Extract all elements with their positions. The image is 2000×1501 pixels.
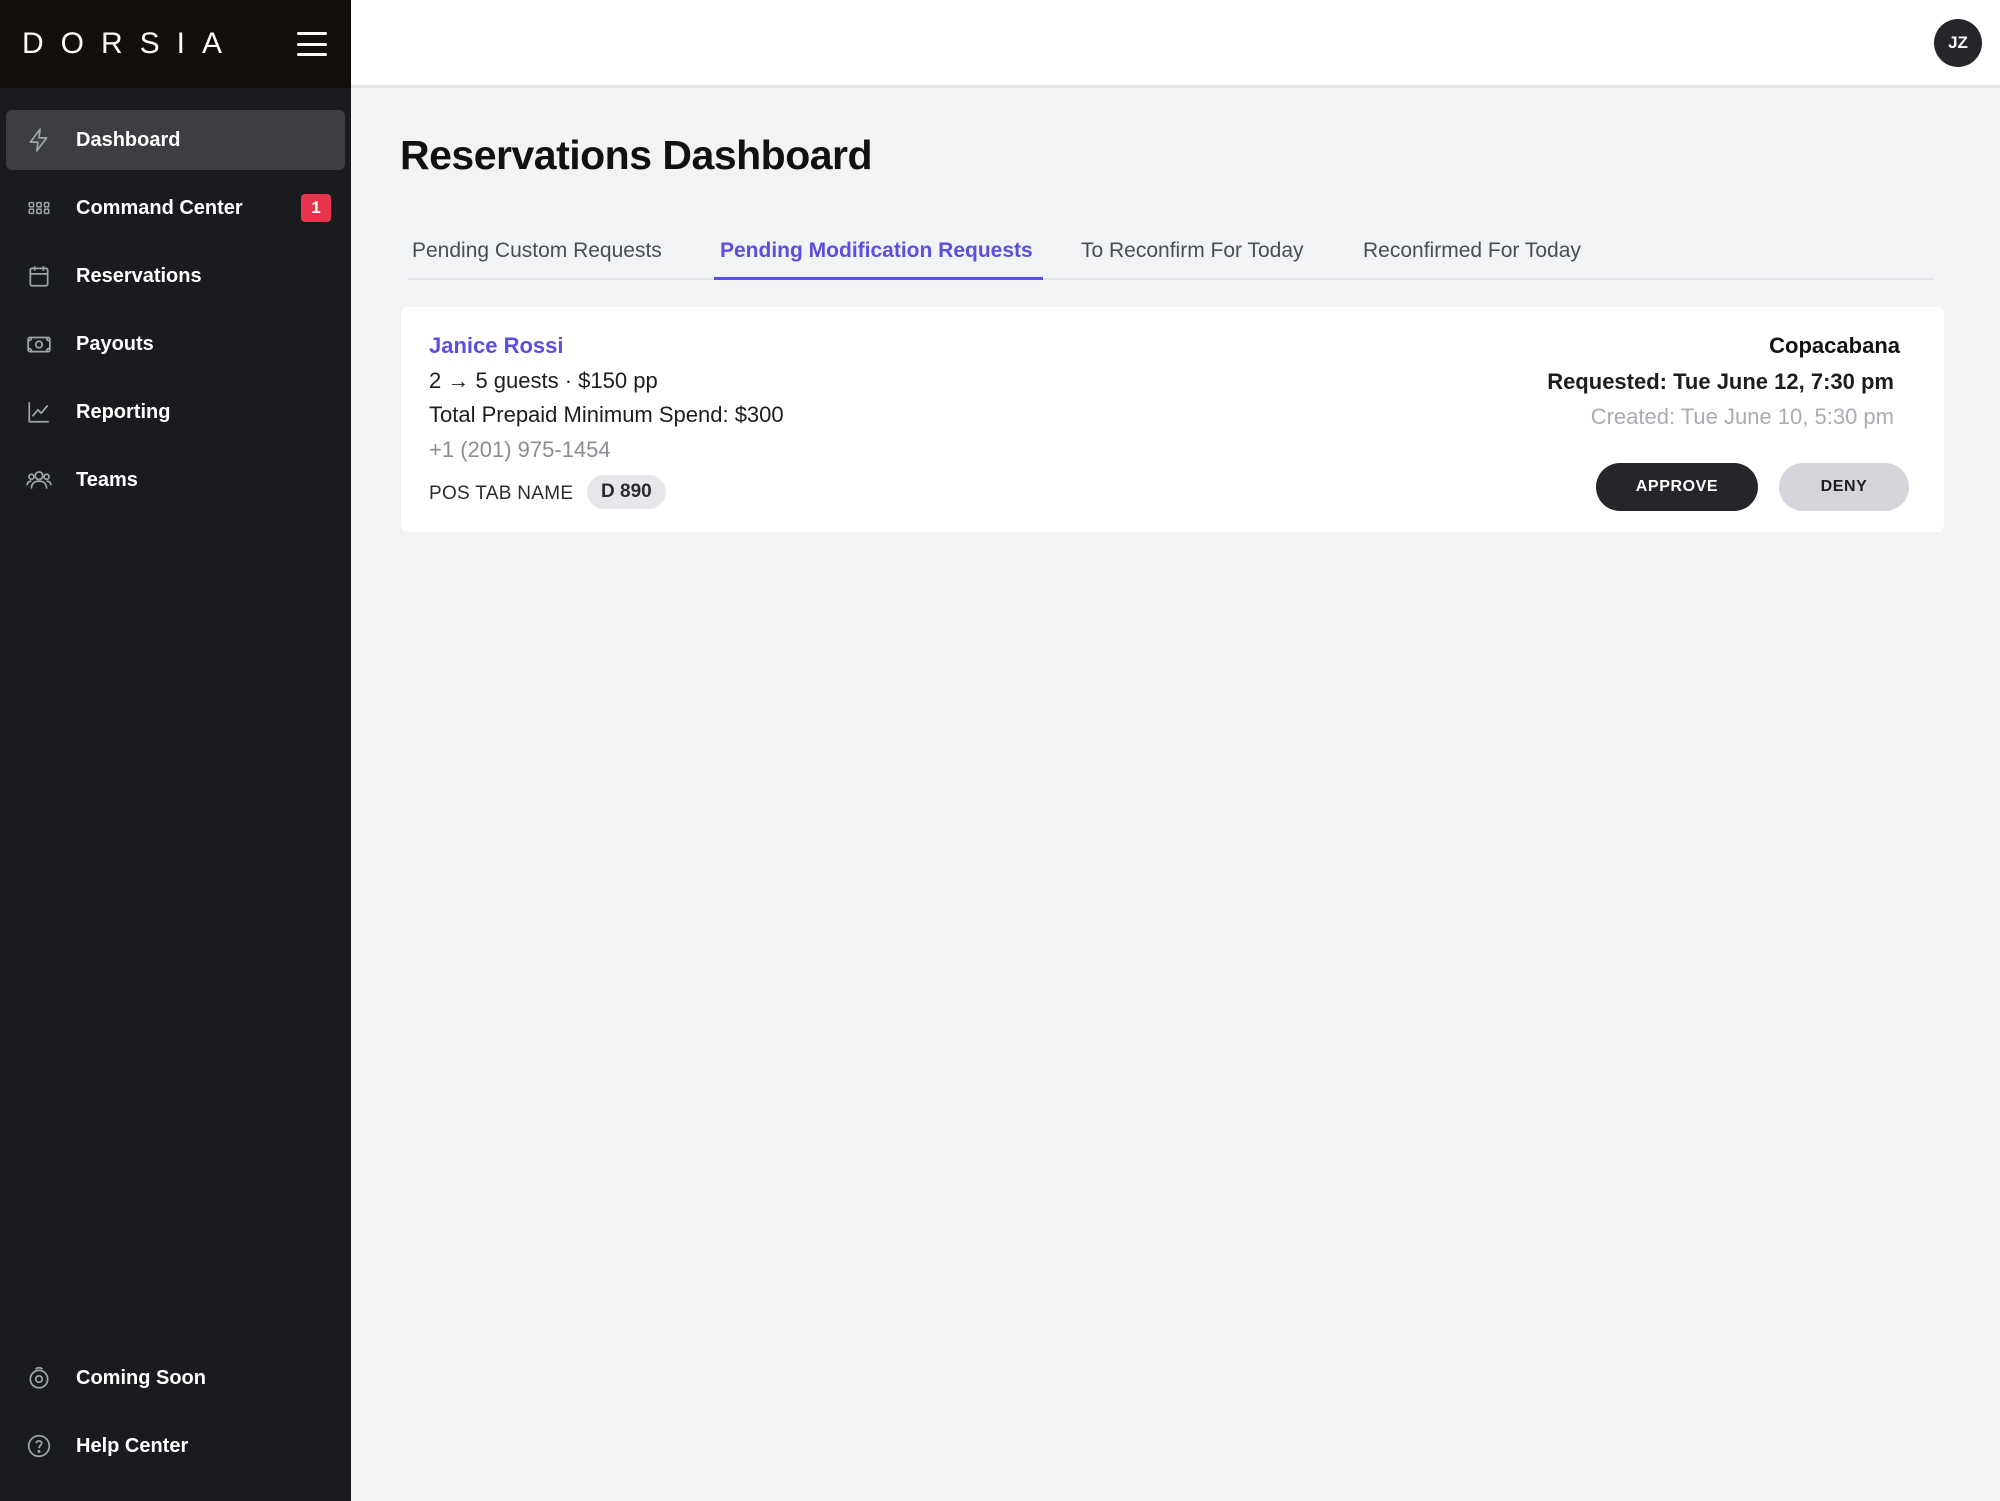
sidebar-item-command-center[interactable]: Command Center 1 (6, 178, 345, 238)
requested-time: Requested: Tue June 12, 7:30 pm (1547, 369, 1894, 394)
deny-button[interactable]: DENY (1779, 463, 1909, 511)
sidebar-item-coming-soon[interactable]: Coming Soon (6, 1348, 345, 1408)
request-card: Janice Rossi 2 → 5 guests · $150 pp Tota… (401, 307, 1944, 532)
guests-change-text: 2 → 5 guests · $150 pp (429, 368, 658, 393)
tab-to-reconfirm-for-today[interactable]: To Reconfirm For Today (1081, 230, 1304, 280)
sidebar-item-label: Payouts (76, 332, 154, 355)
sparkle-icon (24, 1363, 54, 1393)
sidebar-item-label: Reporting (76, 400, 171, 423)
hamburger-menu-icon[interactable] (297, 32, 327, 56)
user-avatar[interactable]: JZ (1934, 19, 1982, 67)
app-logo[interactable]: DORSIA (22, 27, 239, 61)
minimum-spend-text: Total Prepaid Minimum Spend: $300 (429, 402, 784, 427)
sidebar: DORSIA Dashboard Command Center 1 Reserv… (0, 0, 351, 1501)
people-icon (24, 465, 54, 495)
calendar-icon (24, 261, 54, 291)
chart-line-icon (24, 397, 54, 427)
tab-pending-custom-requests[interactable]: Pending Custom Requests (412, 230, 662, 280)
sidebar-item-label: Reservations (76, 264, 202, 287)
guest-name-link[interactable]: Janice Rossi (429, 333, 564, 359)
sidebar-item-reservations[interactable]: Reservations (6, 246, 345, 306)
sidebar-header: DORSIA (0, 0, 351, 88)
sidebar-item-label: Coming Soon (76, 1366, 206, 1389)
sidebar-item-reporting[interactable]: Reporting (6, 382, 345, 442)
sidebar-item-teams[interactable]: Teams (6, 450, 345, 510)
tab-bar: Pending Custom Requests Pending Modifica… (408, 230, 1934, 280)
question-circle-icon (24, 1431, 54, 1461)
sidebar-item-label: Dashboard (76, 128, 181, 151)
lightning-icon (24, 125, 54, 155)
sidebar-item-label: Help Center (76, 1434, 189, 1457)
tab-pending-modification-requests[interactable]: Pending Modification Requests (714, 230, 1043, 280)
sidebar-item-dashboard[interactable]: Dashboard (6, 110, 345, 170)
phone-number: +1 (201) 975-1454 (429, 437, 611, 462)
pos-tab-badge: D 890 (587, 475, 666, 509)
cash-icon (24, 329, 54, 359)
approve-button[interactable]: APPROVE (1596, 463, 1758, 511)
notification-badge: 1 (301, 194, 331, 222)
page-title: Reservations Dashboard (400, 132, 873, 178)
sidebar-item-payouts[interactable]: Payouts (6, 314, 345, 374)
sidebar-item-help-center[interactable]: Help Center (6, 1416, 345, 1476)
sidebar-nav: Dashboard Command Center 1 Reservations … (0, 110, 351, 518)
sidebar-bottom-nav: Coming Soon Help Center (0, 1348, 351, 1484)
pos-tab-label: POS TAB NAME (429, 483, 574, 504)
venue-name: Copacabana (1769, 333, 1900, 358)
sidebar-item-label: Teams (76, 468, 138, 491)
sidebar-item-label: Command Center (76, 196, 243, 219)
tab-reconfirmed-for-today[interactable]: Reconfirmed For Today (1363, 230, 1581, 280)
created-time: Created: Tue June 10, 5:30 pm (1590, 404, 1894, 429)
grid-icon (24, 193, 54, 223)
top-bar: JZ (351, 0, 2000, 88)
